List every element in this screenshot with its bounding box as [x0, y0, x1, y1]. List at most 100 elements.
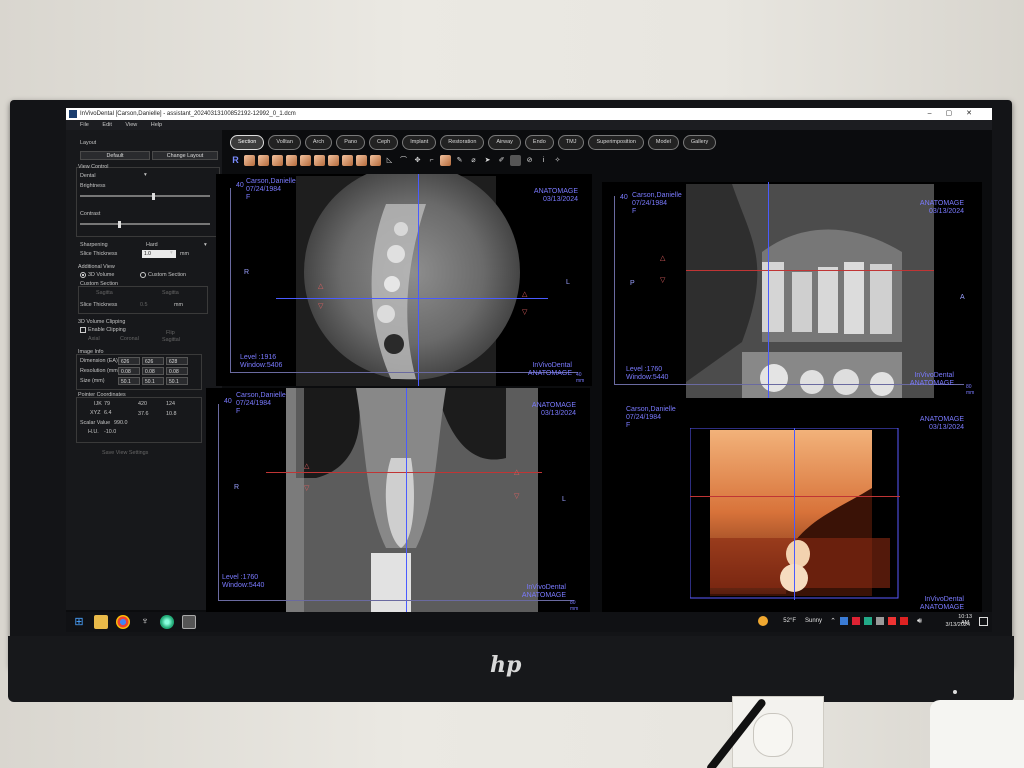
- volume-crosshair-vertical[interactable]: [794, 428, 795, 600]
- face-photo-icon[interactable]: [440, 154, 451, 166]
- reset-icon[interactable]: R: [230, 155, 241, 166]
- coronal-crosshair-horizontal[interactable]: [266, 472, 542, 473]
- clip-coronal[interactable]: Coronal: [120, 336, 139, 342]
- skull-view-icon[interactable]: [314, 154, 325, 166]
- coronal-marker-left-lower[interactable]: ▽: [304, 484, 309, 492]
- tab-model[interactable]: Model: [647, 135, 679, 150]
- sagittal-marker-lower[interactable]: ▽: [660, 276, 665, 284]
- measure-icon[interactable]: ⌐: [426, 155, 437, 166]
- tab-arch[interactable]: Arch: [304, 135, 333, 150]
- contrast-knob[interactable]: [118, 221, 121, 228]
- tab-airway[interactable]: Airway: [488, 135, 521, 150]
- chevron-down-icon[interactable]: ▾: [144, 172, 147, 178]
- clip-axial[interactable]: Axial: [88, 336, 100, 342]
- tab-restoration[interactable]: Restoration: [440, 135, 485, 150]
- paint-icon[interactable]: ✧: [552, 155, 563, 166]
- chrome-icon[interactable]: [116, 615, 130, 629]
- axial-view[interactable]: △ ▽ △ ▽ 40 Carson,Danielle 07/24/1984 F …: [216, 174, 592, 386]
- coronal-view[interactable]: △ ▽ △ ▽ 40 Carson,Danielle 07/24/1984 F …: [206, 388, 590, 616]
- weather-temp[interactable]: 52°F: [783, 618, 796, 624]
- layer-icon[interactable]: [510, 154, 521, 166]
- coronal-marker-right[interactable]: △: [514, 468, 519, 476]
- cursor-icon[interactable]: ➤: [482, 155, 493, 166]
- flip-label[interactable]: Flip: [166, 330, 175, 336]
- save-view-settings-button[interactable]: Save View Settings: [102, 450, 148, 456]
- tab-endo[interactable]: Endo: [524, 135, 554, 150]
- tray-app-icon[interactable]: [852, 617, 860, 625]
- axial-marker-left-lower[interactable]: ▽: [318, 302, 323, 310]
- change-layout-button[interactable]: Change Layout: [152, 151, 218, 160]
- notification-icon[interactable]: [979, 617, 988, 626]
- skull-view-icon[interactable]: [286, 154, 297, 166]
- tooth-view-icon[interactable]: [258, 154, 269, 166]
- info-icon[interactable]: i: [538, 155, 549, 166]
- angle-icon[interactable]: ⌒: [398, 155, 409, 166]
- slice-thickness2-value[interactable]: 0.5: [140, 302, 148, 308]
- volume-icon[interactable]: 🔊︎: [917, 616, 922, 626]
- menu-view[interactable]: View: [125, 122, 137, 128]
- tab-section[interactable]: Section: [230, 135, 265, 150]
- pan-icon[interactable]: ✥: [412, 155, 423, 166]
- tray-app-icon[interactable]: [840, 617, 848, 625]
- menu-edit[interactable]: Edit: [102, 122, 111, 128]
- enable-clipping-checkbox[interactable]: [80, 327, 86, 333]
- skull-view-icon[interactable]: [300, 154, 311, 166]
- custom-section-right[interactable]: Sagitta: [162, 290, 179, 296]
- jaw-view-icon[interactable]: [328, 154, 339, 166]
- coronal-crosshair-vertical[interactable]: [406, 388, 407, 616]
- eraser-icon[interactable]: ⌀: [468, 155, 479, 166]
- chevron-down-icon[interactable]: ▾: [170, 250, 173, 256]
- sagittal-crosshair-horizontal[interactable]: [686, 270, 934, 271]
- axial-marker-left[interactable]: △: [318, 282, 323, 290]
- tooth-app-icon[interactable]: ♆: [138, 615, 152, 629]
- pen-icon[interactable]: ✎: [454, 155, 465, 166]
- windows-start-icon[interactable]: ⊞: [72, 615, 86, 629]
- clock-date[interactable]: 3/13/2024: [946, 622, 970, 628]
- skull-view-icon[interactable]: [272, 154, 283, 166]
- axial-marker-right[interactable]: △: [522, 290, 527, 298]
- window-controls[interactable]: –▢✕: [928, 108, 986, 120]
- volume-crosshair-horizontal[interactable]: [690, 496, 900, 497]
- link-icon[interactable]: ⊘: [524, 155, 535, 166]
- 3d-volume-radio[interactable]: [80, 272, 86, 278]
- sagittal-marker-upper[interactable]: △: [660, 254, 665, 262]
- sharpening-select[interactable]: Hard: [146, 242, 158, 248]
- chevron-down-icon[interactable]: ▾: [204, 242, 207, 248]
- ruler-icon[interactable]: ◺: [384, 155, 395, 166]
- sagittal-crosshair-vertical[interactable]: [768, 182, 769, 398]
- custom-section-radio[interactable]: [140, 272, 146, 278]
- sagittal-view[interactable]: △ ▽ 40 Carson,Danielle 07/24/1984 F ANAT…: [602, 182, 982, 398]
- jaw-view-icon[interactable]: [342, 154, 353, 166]
- tooth-view-icon[interactable]: [244, 154, 255, 166]
- invivo-app-icon[interactable]: [182, 615, 196, 629]
- coronal-marker-right-lower[interactable]: ▽: [514, 492, 519, 500]
- tray-app-icon[interactable]: [876, 617, 884, 625]
- tab-pano[interactable]: Pano: [336, 135, 366, 150]
- weather-text[interactable]: Sunny: [805, 618, 822, 624]
- contrast-slider[interactable]: [80, 223, 210, 225]
- tab-superimposition[interactable]: Superimposition: [588, 135, 644, 150]
- tab-ceph[interactable]: Ceph: [369, 135, 399, 150]
- volume-3d-view[interactable]: Carson,Danielle 07/24/1984 F ANATOMAGE 0…: [602, 398, 982, 620]
- tray-app-icon[interactable]: [888, 617, 896, 625]
- tab-gallery[interactable]: Gallery: [682, 135, 717, 150]
- clip-sagittal[interactable]: Sagittal: [162, 337, 180, 343]
- tab-volltan[interactable]: Volltan: [268, 135, 301, 150]
- custom-section-left[interactable]: Sagitta: [96, 290, 113, 296]
- annotation-icon[interactable]: ✐: [496, 155, 507, 166]
- axial-marker-right-lower[interactable]: ▽: [522, 308, 527, 316]
- default-layout-button[interactable]: Default: [80, 151, 150, 160]
- coronal-marker-left[interactable]: △: [304, 462, 309, 470]
- tray-app-icon[interactable]: [864, 617, 872, 625]
- brightness-knob[interactable]: [152, 193, 155, 200]
- tooth-view-icon[interactable]: [370, 154, 381, 166]
- jaw-view-icon[interactable]: [356, 154, 367, 166]
- tab-tmj[interactable]: TMJ: [557, 135, 585, 150]
- brightness-slider[interactable]: [80, 195, 210, 197]
- tray-app-icon[interactable]: [900, 617, 908, 625]
- network-app-icon[interactable]: [160, 615, 174, 629]
- file-explorer-icon[interactable]: [94, 615, 108, 629]
- menu-help[interactable]: Help: [151, 122, 162, 128]
- chevron-up-icon[interactable]: ⌃: [830, 617, 836, 625]
- tab-implant[interactable]: Implant: [402, 135, 437, 150]
